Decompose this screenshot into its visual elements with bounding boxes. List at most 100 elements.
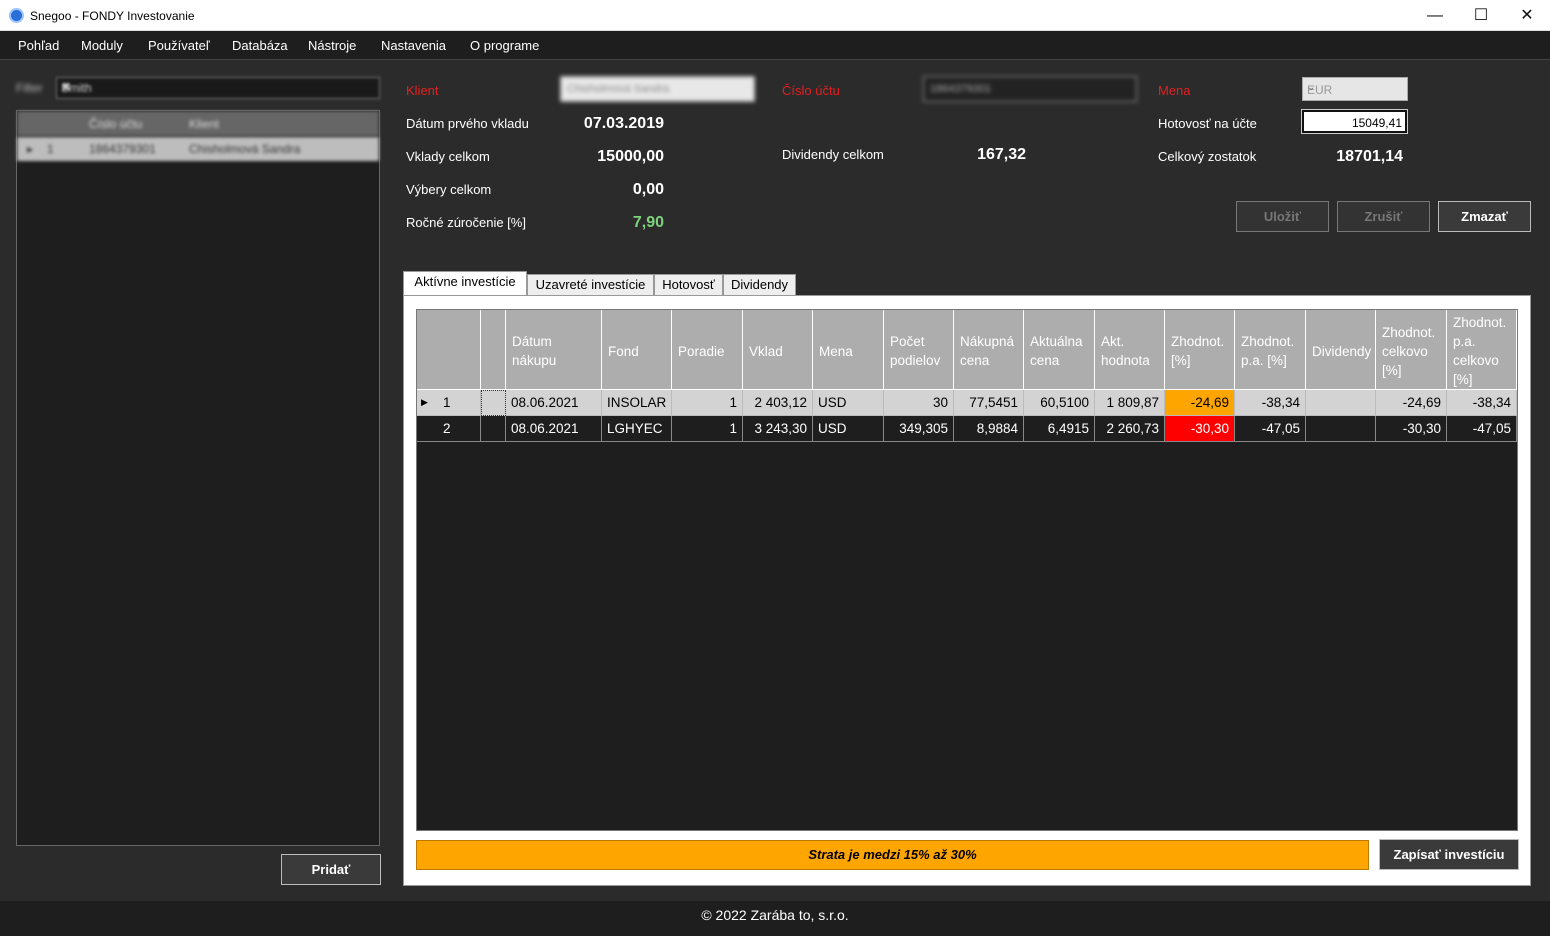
account-field[interactable]: 1864379301	[923, 76, 1137, 102]
header-total-yield-pa[interactable]: Zhodnot. p.a. celkovo [%]	[1447, 310, 1517, 390]
table-cell-purchase-price[interactable]: 77,5451	[954, 390, 1024, 416]
header-deposit[interactable]: Vklad	[743, 310, 813, 390]
header-units[interactable]: Počet podielov	[884, 310, 954, 390]
table-cell-order[interactable]: 1	[672, 416, 743, 442]
table-cell-purchase-price[interactable]: 8,9884	[954, 416, 1024, 442]
table-cell-current-price[interactable]: 6,4915	[1024, 416, 1095, 442]
table-cell-total-yield-pa[interactable]: -47,05	[1447, 416, 1517, 442]
table-cell-yield-pa[interactable]: -47,05	[1235, 416, 1306, 442]
status-message: Strata je medzi 15% až 30%	[416, 840, 1369, 870]
cash-value: 15049,41	[1351, 116, 1402, 130]
header-total-yield[interactable]: Zhodnot. celkovo [%]	[1376, 310, 1447, 390]
menu-database[interactable]: Databáza	[232, 38, 288, 53]
minimize-button[interactable]: —	[1412, 0, 1458, 31]
header-currency[interactable]: Mena	[813, 310, 884, 390]
filter-input[interactable]: Smith ✖	[56, 77, 380, 99]
table-cell-blank[interactable]	[481, 416, 506, 442]
add-client-button[interactable]: Pridať	[281, 854, 381, 885]
client-list-row[interactable]: ▸ 1 1864379301 Chisholmová Sandra	[17, 137, 379, 161]
title-bar: Snegoo - FONDY Investovanie — ☐ ✕	[0, 0, 1550, 31]
table-cell-yield-pa[interactable]: -38,34	[1235, 390, 1306, 416]
column-account[interactable]: Číslo účtu	[89, 117, 142, 131]
record-investment-button[interactable]: Zapísať investíciu	[1379, 839, 1519, 870]
chevron-down-icon: ⌄	[1307, 82, 1316, 93]
header-fund[interactable]: Fond	[602, 310, 672, 390]
table-cell-current-price[interactable]: 60,5100	[1024, 390, 1095, 416]
header-yield[interactable]: Zhodnot. [%]	[1165, 310, 1235, 390]
table-cell-currency[interactable]: USD	[813, 390, 884, 416]
filter-label: Filter	[16, 81, 43, 95]
client-list[interactable]: Číslo účtu Klient ▸ 1 1864379301 Chishol…	[16, 110, 380, 846]
table-cell-units[interactable]: 349,305	[884, 416, 954, 442]
table-cell-current-value[interactable]: 1 809,87	[1095, 390, 1165, 416]
table-cell-yield[interactable]: -24,69	[1165, 390, 1235, 416]
table-cell-deposit[interactable]: 3 243,30	[743, 416, 813, 442]
header-blank	[481, 310, 506, 390]
menu-view[interactable]: Pohľad	[18, 38, 59, 53]
row-client: Chisholmová Sandra	[189, 142, 301, 156]
header-current-price[interactable]: Aktuálna cena	[1024, 310, 1095, 390]
client-value: Chisholmová Sandra	[567, 83, 670, 95]
header-dividends[interactable]: Dividendy	[1306, 310, 1376, 390]
deposits-value: 15000,00	[597, 148, 664, 165]
annual-yield-value: 7,90	[632, 214, 664, 231]
table-cell-dividends[interactable]	[1306, 416, 1376, 442]
table-cell-yield[interactable]: -30,30	[1165, 416, 1235, 442]
first-deposit-value: 07.03.2019	[583, 115, 664, 132]
investments-grid[interactable]: Dátum nákupu Fond Poradie Vklad Mena Poč…	[416, 309, 1518, 831]
close-button[interactable]: ✕	[1504, 0, 1550, 31]
menu-about[interactable]: O programe	[470, 38, 539, 53]
table-cell-current-value[interactable]: 2 260,73	[1095, 416, 1165, 442]
tab-active-investments[interactable]: Aktívne investície	[403, 271, 527, 296]
tab-cash[interactable]: Hotovosť	[654, 274, 723, 296]
tab-dividends[interactable]: Dividendy	[723, 274, 796, 296]
annual-yield-label: Ročné zúročenie [%]	[406, 215, 526, 230]
dividends-value: 167,32	[977, 146, 1026, 163]
table-cell-units[interactable]: 30	[884, 390, 954, 416]
row-index: 1	[47, 142, 54, 156]
menu-modules[interactable]: Moduly	[81, 38, 123, 53]
window-title: Snegoo - FONDY Investovanie	[30, 9, 195, 23]
table-cell-date[interactable]: 08.06.2021	[506, 416, 602, 442]
menu-tools[interactable]: Nástroje	[308, 38, 356, 53]
row-account: 1864379301	[89, 142, 156, 156]
currency-label: Mena	[1158, 83, 1191, 98]
table-cell-fund[interactable]: LGHYEC	[602, 416, 672, 442]
table-cell-date[interactable]: 08.06.2021	[506, 390, 602, 416]
table-cell-deposit[interactable]: 2 403,12	[743, 390, 813, 416]
menu-user[interactable]: Používateľ	[148, 38, 210, 53]
client-list-header: Číslo účtu Klient	[17, 111, 379, 136]
table-cell-dividends[interactable]	[1306, 390, 1376, 416]
balance-label: Celkový zostatok	[1158, 149, 1257, 164]
table-cell-blank[interactable]	[481, 390, 506, 416]
client-label: Klient	[406, 83, 439, 98]
balance-value: 18701,14	[1336, 148, 1403, 165]
clear-filter-icon[interactable]: ✖	[61, 80, 373, 94]
header-purchase-date[interactable]: Dátum nákupu	[506, 310, 602, 390]
header-yield-pa[interactable]: Zhodnot. p.a. [%]	[1235, 310, 1306, 390]
account-label: Číslo účtu	[782, 83, 840, 98]
header-purchase-price[interactable]: Nákupná cena	[954, 310, 1024, 390]
cancel-button[interactable]: Zrušiť	[1337, 201, 1430, 232]
table-cell-order[interactable]: 1	[672, 390, 743, 416]
table-cell-total-yield[interactable]: -24,69	[1376, 390, 1447, 416]
table-cell-fund[interactable]: INSOLAR	[602, 390, 672, 416]
column-client[interactable]: Klient	[189, 117, 219, 131]
client-field[interactable]: Chisholmová Sandra	[560, 76, 755, 102]
table-row-index[interactable]: 2	[417, 416, 481, 442]
tab-closed-investments[interactable]: Uzavreté investície	[527, 274, 654, 296]
header-order[interactable]: Poradie	[672, 310, 743, 390]
menu-settings[interactable]: Nastavenia	[381, 38, 446, 53]
maximize-button[interactable]: ☐	[1458, 0, 1504, 31]
app-logo-icon	[9, 8, 24, 23]
delete-button[interactable]: Zmazať	[1438, 201, 1531, 232]
table-cell-total-yield[interactable]: -30,30	[1376, 416, 1447, 442]
table-cell-currency[interactable]: USD	[813, 416, 884, 442]
header-current-value[interactable]: Akt. hodnota	[1095, 310, 1165, 390]
currency-select[interactable]: EUR ⌄	[1302, 77, 1408, 101]
table-cell-total-yield-pa[interactable]: -38,34	[1447, 390, 1517, 416]
row-arrow-icon: ▸	[27, 142, 34, 156]
row-arrow-icon: ▶	[421, 397, 428, 407]
save-button[interactable]: Uložiť	[1236, 201, 1329, 232]
cash-input[interactable]: 15049,41	[1301, 109, 1408, 134]
